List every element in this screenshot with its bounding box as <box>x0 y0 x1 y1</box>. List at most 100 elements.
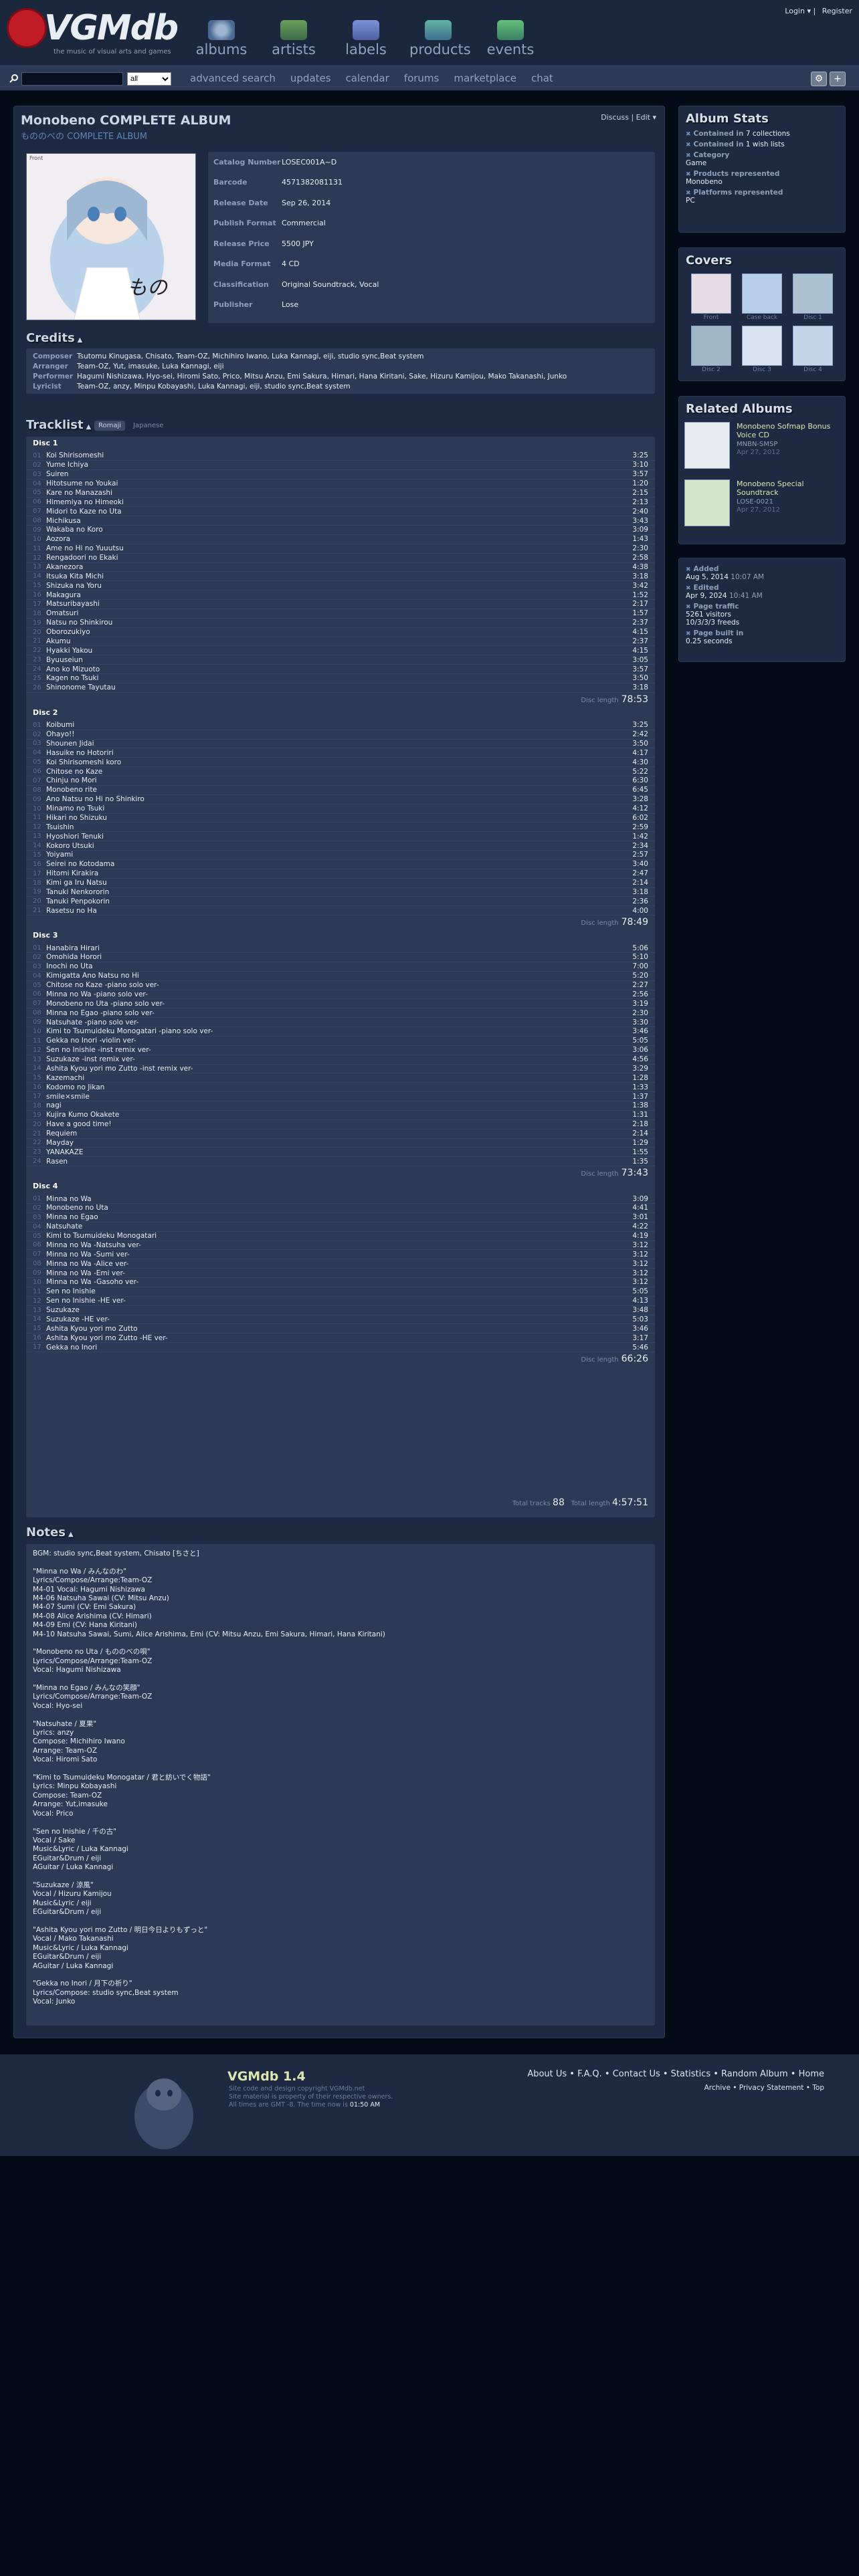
updates-link[interactable]: updates <box>290 72 331 84</box>
track-row[interactable]: 19 Natsu no Shinkirou 2:37 <box>26 619 655 628</box>
track-row[interactable]: 22 Hyakki Yakou 4:15 <box>26 646 655 656</box>
home-link[interactable]: Home <box>799 2069 824 2079</box>
track-row[interactable]: 08 Michikusa 3:43 <box>26 516 655 526</box>
track-row[interactable]: 17 Gekka no Inori 5:46 <box>26 1343 655 1352</box>
track-row[interactable]: 04 Hasuike no Hotoriri 4:17 <box>26 748 655 758</box>
cover-thumb-disc3[interactable] <box>742 326 782 366</box>
track-row[interactable]: 07 Chinju no Mori 6:30 <box>26 776 655 786</box>
random-album-link[interactable]: Random Album <box>721 2069 788 2079</box>
track-row[interactable]: 11 Ame no Hi no Yuuutsu 2:30 <box>26 544 655 554</box>
tab-romaji[interactable]: Romaji <box>94 421 126 431</box>
track-row[interactable]: 10 Minna no Wa -Gasoho ver- 3:12 <box>26 1278 655 1287</box>
track-row[interactable]: 09 Minna no Wa -Emi ver- 3:12 <box>26 1269 655 1278</box>
track-row[interactable]: 01 Minna no Wa 3:09 <box>26 1194 655 1204</box>
cover-thumb-disc1[interactable] <box>793 274 833 314</box>
track-row[interactable]: 19 Kujira Kumo Okakete 1:31 <box>26 1111 655 1120</box>
track-row[interactable]: 17 Matsuribayashi 2:17 <box>26 600 655 609</box>
track-row[interactable]: 14 Suzukaze -HE ver- 5:03 <box>26 1315 655 1325</box>
track-row[interactable]: 23 YANAKAZE 1:55 <box>26 1148 655 1158</box>
track-row[interactable]: 14 Itsuka Kita Michi 3:18 <box>26 572 655 582</box>
track-row[interactable]: 04 Kimigatta Ano Natsu no Hi 5:20 <box>26 972 655 981</box>
register-link[interactable]: Register <box>822 7 852 15</box>
track-row[interactable]: 16 Makagura 1:52 <box>26 591 655 600</box>
cover-thumb-front[interactable] <box>691 274 731 314</box>
track-row[interactable]: 19 Tanuki Nenkororin 3:18 <box>26 888 655 897</box>
track-row[interactable]: 10 Minamo no Tsuki 4:12 <box>26 804 655 814</box>
track-row[interactable]: 17 Hitomi Kirakira 2:47 <box>26 869 655 879</box>
track-row[interactable]: 03 Minna no Egao 3:01 <box>26 1213 655 1222</box>
track-row[interactable]: 04 Hitotsume no Youkai 1:20 <box>26 479 655 489</box>
track-row[interactable]: 20 Have a good time! 2:18 <box>26 1120 655 1130</box>
track-row[interactable]: 21 Akumu 2:37 <box>26 637 655 647</box>
track-row[interactable]: 22 Mayday 1:29 <box>26 1139 655 1148</box>
track-row[interactable]: 05 Chitose no Kaze -piano solo ver- 2:27 <box>26 981 655 990</box>
track-row[interactable]: 15 Ashita Kyou yori mo Zutto 3:46 <box>26 1324 655 1334</box>
tab-japanese[interactable]: Japanese <box>129 421 167 431</box>
track-row[interactable]: 08 Minna no Egao -piano solo ver- 2:30 <box>26 1008 655 1018</box>
track-row[interactable]: 07 Monobeno no Uta -piano solo ver- 3:19 <box>26 999 655 1009</box>
track-row[interactable]: 05 Koi Shirisomeshi koro 4:30 <box>26 758 655 768</box>
track-row[interactable]: 18 Omatsuri 1:57 <box>26 609 655 619</box>
cover-thumb-disc2[interactable] <box>691 326 731 366</box>
track-row[interactable]: 13 Suzukaze 3:48 <box>26 1306 655 1315</box>
contact-link[interactable]: Contact Us <box>613 2069 660 2079</box>
track-row[interactable]: 03 Shounen Jidai 3:50 <box>26 740 655 749</box>
track-row[interactable]: 20 Oborozukiyo 4:15 <box>26 628 655 637</box>
track-row[interactable]: 24 Rasen 1:35 <box>26 1157 655 1167</box>
track-row[interactable]: 17 smile×smile 1:37 <box>26 1092 655 1101</box>
track-row[interactable]: 06 Himemiya no Himeoki 2:13 <box>26 498 655 508</box>
track-row[interactable]: 12 Rengadoori no Ekaki 2:58 <box>26 554 655 563</box>
track-row[interactable]: 10 Kimi to Tsumuideku Monogatari -piano s… <box>26 1027 655 1037</box>
track-row[interactable]: 21 Requiem 2:14 <box>26 1130 655 1139</box>
track-row[interactable]: 13 Hyoshiori Tenuki 1:42 <box>26 832 655 842</box>
search-scope-select[interactable]: all <box>127 72 171 86</box>
track-row[interactable]: 26 Shinonome Tayutau 3:18 <box>26 683 655 693</box>
login-link[interactable]: Login ▾ <box>781 7 811 15</box>
discuss-link[interactable]: Discuss <box>601 113 629 122</box>
track-row[interactable]: 06 Minna no Wa -piano solo ver- 2:56 <box>26 990 655 1000</box>
track-row[interactable]: 15 Kazemachi 1:28 <box>26 1073 655 1083</box>
chat-link[interactable]: chat <box>531 72 553 84</box>
track-row[interactable]: 18 nagi 1:38 <box>26 1101 655 1111</box>
gear-icon[interactable]: ⚙ <box>811 72 827 86</box>
track-row[interactable]: 16 Seirei no Kotodama 3:40 <box>26 860 655 869</box>
track-row[interactable]: 11 Hikari no Shizuku 6:02 <box>26 814 655 823</box>
related-album[interactable]: Monobeno Special Soundtrack LOSE-0021 Ap… <box>684 479 841 526</box>
cover-thumb-disc4[interactable] <box>793 326 833 366</box>
forums-link[interactable]: forums <box>404 72 440 84</box>
nav-products[interactable]: products <box>409 20 471 63</box>
track-row[interactable]: 04 Natsuhate 4:22 <box>26 1222 655 1232</box>
track-row[interactable]: 25 Kagen no Tsuki 3:50 <box>26 674 655 683</box>
track-row[interactable]: 02 Yume Ichiya 3:10 <box>26 461 655 470</box>
nav-events[interactable]: events <box>482 20 539 63</box>
track-row[interactable]: 01 Koi Shirisomeshi 3:25 <box>26 451 655 461</box>
calendar-link[interactable]: calendar <box>346 72 389 84</box>
track-row[interactable]: 07 Minna no Wa -Sumi ver- 3:12 <box>26 1250 655 1260</box>
tracklist-heading[interactable]: Tracklist ▲ <box>26 418 91 432</box>
track-row[interactable]: 12 Tsuishin 2:59 <box>26 823 655 833</box>
site-logo[interactable]: VGMdb the music of visual arts and games <box>7 5 179 59</box>
track-row[interactable]: 06 Minna no Wa -Natsuha ver- 3:12 <box>26 1241 655 1251</box>
track-row[interactable]: 03 Suiren 3:57 <box>26 470 655 479</box>
track-row[interactable]: 12 Sen no Inishie -inst remix ver- 3:06 <box>26 1046 655 1055</box>
archive-link[interactable]: Archive <box>704 2084 731 2092</box>
track-row[interactable]: 21 Rasetsu no Ha 4:00 <box>26 906 655 916</box>
track-row[interactable]: 13 Suzukaze -inst remix ver- 4:56 <box>26 1055 655 1065</box>
track-row[interactable]: 05 Kimi to Tsumuideku Monogatari 4:19 <box>26 1232 655 1241</box>
track-row[interactable]: 02 Ohayo!! 2:42 <box>26 730 655 740</box>
privacy-link[interactable]: Privacy Statement <box>739 2084 804 2092</box>
track-row[interactable]: 24 Ano ko Mizuoto 3:57 <box>26 665 655 674</box>
track-row[interactable]: 15 Yoiyami 2:57 <box>26 851 655 860</box>
track-row[interactable]: 01 Koibumi 3:25 <box>26 721 655 730</box>
track-row[interactable]: 11 Sen no Inishie 5:05 <box>26 1287 655 1297</box>
track-row[interactable]: 03 Inochi no Uta 7:00 <box>26 962 655 972</box>
track-row[interactable]: 14 Kokoro Utsuki 2:34 <box>26 841 655 851</box>
nav-artists[interactable]: artists <box>265 20 322 63</box>
track-row[interactable]: 10 Aozora 1:43 <box>26 535 655 544</box>
statistics-link[interactable]: Statistics <box>671 2069 710 2079</box>
track-row[interactable]: 23 Byuuseiun 3:05 <box>26 655 655 665</box>
track-row[interactable]: 18 Kimi ga Iru Natsu 2:14 <box>26 879 655 888</box>
track-row[interactable]: 15 Shizuka na Yoru 3:42 <box>26 581 655 591</box>
track-row[interactable]: 02 Monobeno no Uta 4:41 <box>26 1204 655 1213</box>
nav-labels[interactable]: labels <box>337 20 395 63</box>
